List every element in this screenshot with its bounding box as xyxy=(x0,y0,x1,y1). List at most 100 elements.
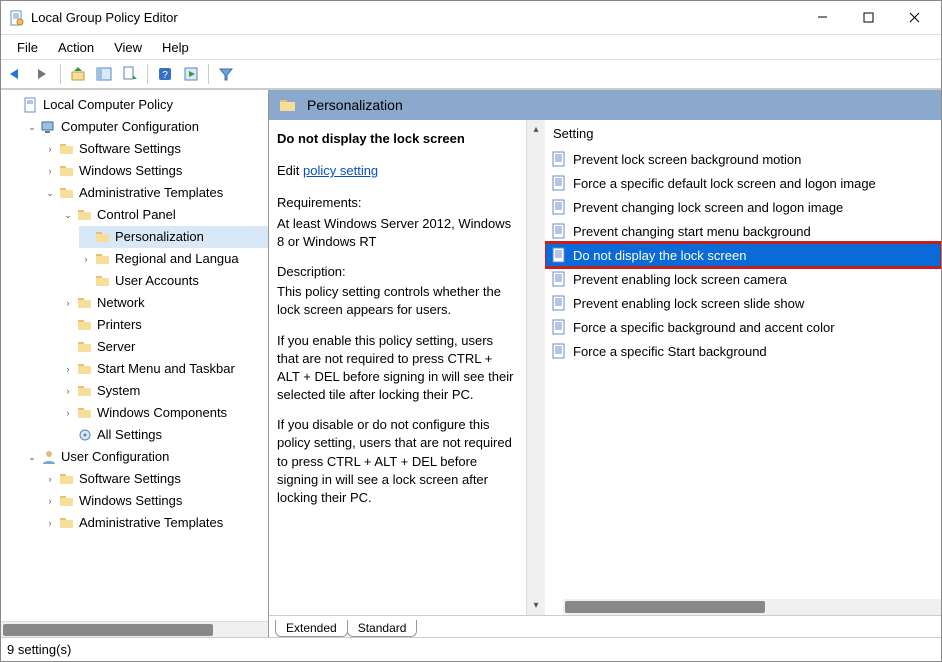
policy-setting-icon xyxy=(551,199,567,215)
tree-start-menu-taskbar[interactable]: ›Start Menu and Taskbar xyxy=(61,358,268,380)
folder-icon xyxy=(59,163,75,179)
expander-right-icon[interactable]: › xyxy=(79,252,93,266)
expander-right-icon[interactable]: › xyxy=(61,362,75,376)
tree-label: Windows Settings xyxy=(77,160,184,182)
menu-file[interactable]: File xyxy=(7,38,48,57)
tree-administrative-templates[interactable]: ⌄Administrative Templates xyxy=(43,182,268,204)
tree-windows-settings[interactable]: › Windows Settings xyxy=(43,160,268,182)
expander-right-icon[interactable]: › xyxy=(43,142,57,156)
tree-server[interactable]: Server xyxy=(61,336,268,358)
menu-help[interactable]: Help xyxy=(152,38,199,57)
scrollbar-thumb[interactable] xyxy=(565,601,765,613)
policy-setting-icon xyxy=(551,295,567,311)
expander-down-icon[interactable]: ⌄ xyxy=(25,450,39,464)
tree-windows-components[interactable]: › Windows Components xyxy=(61,402,268,424)
tab-standard[interactable]: Standard xyxy=(347,620,418,637)
policy-setting-icon xyxy=(551,343,567,359)
setting-item[interactable]: Prevent changing start menu background xyxy=(545,219,941,243)
up-button[interactable] xyxy=(66,62,90,86)
minimize-button[interactable] xyxy=(799,3,845,33)
expander-right-icon[interactable]: › xyxy=(61,406,75,420)
expander-down-icon[interactable]: ⌄ xyxy=(61,208,75,222)
window-title: Local Group Policy Editor xyxy=(31,10,178,25)
computer-icon xyxy=(41,119,57,135)
vertical-scrollbar[interactable]: ▴ ▾ xyxy=(527,120,545,615)
tree-label: Network xyxy=(95,292,147,314)
setting-item[interactable]: Force a specific default lock screen and… xyxy=(545,171,941,195)
tree-uc-windows-settings[interactable]: ›Windows Settings xyxy=(43,490,268,512)
setting-item[interactable]: Prevent changing lock screen and logon i… xyxy=(545,195,941,219)
setting-item[interactable]: Prevent lock screen background motion xyxy=(545,147,941,171)
requirements-heading: Requirements: xyxy=(277,194,516,212)
tree-uc-admin-templates[interactable]: ›Administrative Templates xyxy=(43,512,268,534)
scroll-down-icon[interactable]: ▾ xyxy=(533,600,538,611)
titlebar: Local Group Policy Editor xyxy=(1,1,941,35)
expander-right-icon[interactable]: › xyxy=(61,296,75,310)
setting-item[interactable]: Prevent enabling lock screen camera xyxy=(545,267,941,291)
policy-setting-icon xyxy=(551,271,567,287)
filter-button[interactable] xyxy=(214,62,238,86)
close-button[interactable] xyxy=(891,3,937,33)
tree-system[interactable]: › System xyxy=(61,380,268,402)
tree-control-panel[interactable]: ⌄Control Panel xyxy=(61,204,268,226)
column-header-setting[interactable]: Setting xyxy=(545,120,941,147)
expander-right-icon[interactable]: › xyxy=(61,384,75,398)
settings-list[interactable]: Prevent lock screen background motionFor… xyxy=(545,147,941,599)
tree-user-accounts[interactable]: User Accounts xyxy=(79,270,268,292)
tree-root[interactable]: Local Computer Policy xyxy=(7,94,268,116)
tree-uc-software-settings[interactable]: ›Software Settings xyxy=(43,468,268,490)
folder-icon xyxy=(95,251,111,267)
main-area: Local Computer Policy ⌄ Computer Configu… xyxy=(1,89,941,637)
menubar: File Action View Help xyxy=(1,35,941,59)
policy-setting-icon xyxy=(551,223,567,239)
tree-user-configuration[interactable]: ⌄ User Configuration xyxy=(25,446,268,468)
window-controls xyxy=(799,3,937,33)
help-button[interactable]: ? xyxy=(153,62,177,86)
tree-network[interactable]: › Network xyxy=(61,292,268,314)
folder-icon xyxy=(59,141,75,157)
setting-item[interactable]: Force a specific Start background xyxy=(545,339,941,363)
expander-right-icon[interactable]: › xyxy=(43,516,57,530)
policy-tree[interactable]: Local Computer Policy ⌄ Computer Configu… xyxy=(1,90,268,621)
edit-policy-link[interactable]: policy setting xyxy=(303,163,378,178)
requirements-body: At least Windows Server 2012, Windows 8 … xyxy=(277,215,516,251)
expander-right-icon[interactable]: › xyxy=(43,472,57,486)
svg-text:?: ? xyxy=(162,70,168,81)
tree-software-settings[interactable]: ›Software Settings xyxy=(43,138,268,160)
scrollbar-thumb[interactable] xyxy=(3,624,213,636)
setting-item[interactable]: Force a specific background and accent c… xyxy=(545,315,941,339)
category-title: Personalization xyxy=(307,97,403,113)
tab-extended[interactable]: Extended xyxy=(275,620,348,637)
tree-label: System xyxy=(95,380,142,402)
expander-right-icon[interactable]: › xyxy=(43,494,57,508)
expander-right-icon[interactable]: › xyxy=(43,164,57,178)
tree-label: Computer Configuration xyxy=(59,116,201,138)
tree-regional-language[interactable]: ›Regional and Langua xyxy=(79,248,268,270)
expander-down-icon[interactable]: ⌄ xyxy=(25,120,39,134)
show-hide-tree-button[interactable] xyxy=(92,62,116,86)
menu-action[interactable]: Action xyxy=(48,38,104,57)
expander-down-icon[interactable]: ⌄ xyxy=(43,186,57,200)
tree-printers[interactable]: Printers xyxy=(61,314,268,336)
policy-setting-icon xyxy=(551,319,567,335)
forward-button[interactable] xyxy=(31,62,55,86)
tree-all-settings[interactable]: All Settings xyxy=(61,424,268,446)
list-horizontal-scrollbar[interactable] xyxy=(563,599,941,615)
tree-computer-configuration[interactable]: ⌄ Computer Configuration xyxy=(25,116,268,138)
scroll-up-icon[interactable]: ▴ xyxy=(533,124,538,135)
menu-view[interactable]: View xyxy=(104,38,152,57)
tree-label: Windows Components xyxy=(95,402,229,424)
tree-personalization[interactable]: Personalization xyxy=(79,226,268,248)
tree-horizontal-scrollbar[interactable] xyxy=(1,621,268,637)
export-list-button[interactable] xyxy=(118,62,142,86)
folder-icon xyxy=(95,273,111,289)
tree-label: User Configuration xyxy=(59,446,171,468)
right-pane: Personalization Do not display the lock … xyxy=(269,90,941,637)
setting-item[interactable]: Do not display the lock screen xyxy=(545,243,941,267)
maximize-button[interactable] xyxy=(845,3,891,33)
detail-pane: Do not display the lock screen Edit poli… xyxy=(269,120,527,615)
folder-icon xyxy=(59,515,75,531)
setting-item[interactable]: Prevent enabling lock screen slide show xyxy=(545,291,941,315)
properties-button[interactable] xyxy=(179,62,203,86)
back-button[interactable] xyxy=(5,62,29,86)
